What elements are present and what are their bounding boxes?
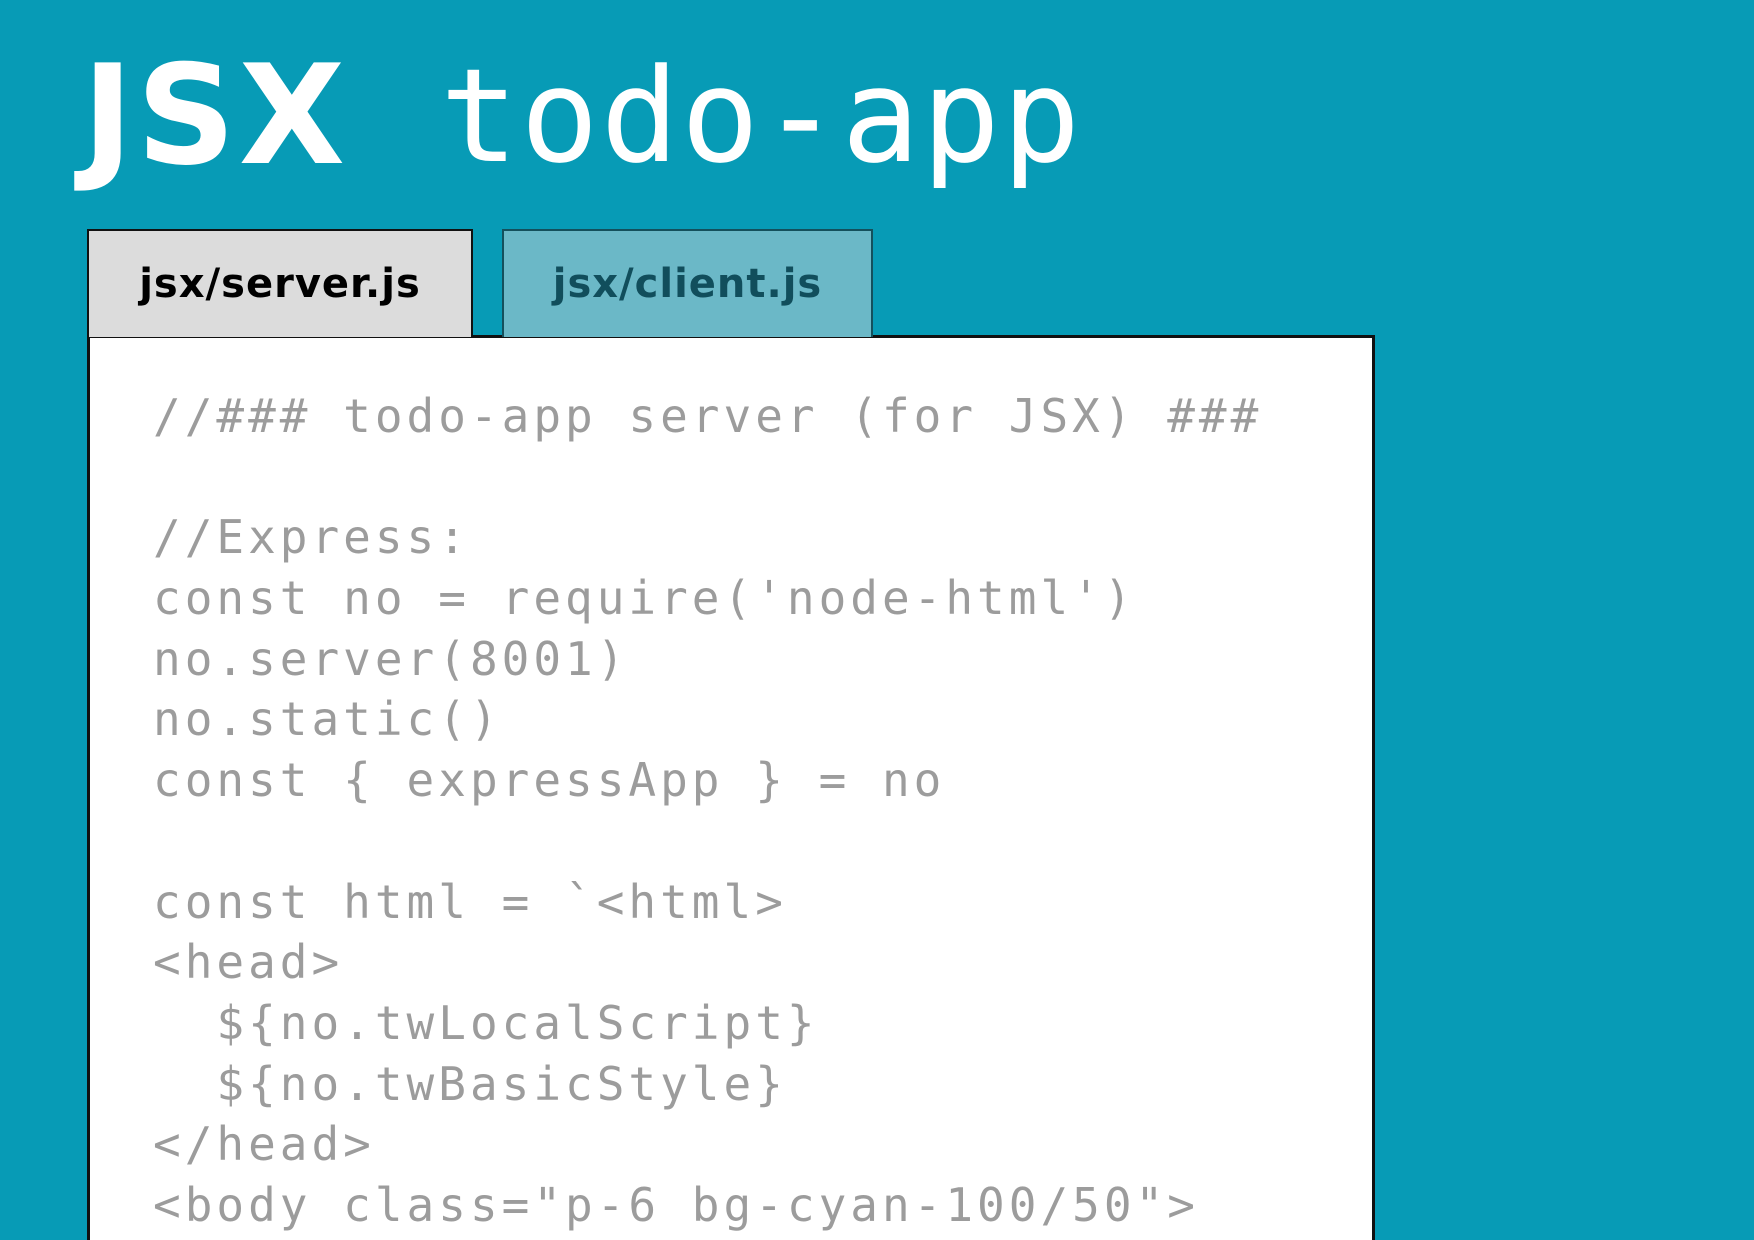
code-block: //### todo-app server (for JSX) ### //Exp… [153,386,1262,1236]
code-line: <body class="p-6 bg-cyan-100/50"> [153,1177,1199,1232]
tab-server-js[interactable]: jsx/server.js [87,229,473,337]
tab-server-js-label: jsx/server.js [139,261,421,307]
code-panel[interactable]: //### todo-app server (for JSX) ### //Exp… [87,335,1375,1240]
page-title-strong: JSX [82,35,349,196]
code-line: const no = require('node-html') [153,571,1136,626]
code-line: ${no.twLocalScript} [153,995,819,1050]
code-line: </head> [153,1117,375,1172]
code-line: <head> [153,935,344,990]
page-title: JSX todo-app [82,46,1082,186]
code-line: ${no.twBasicStyle} [153,1056,787,1111]
code-line: const html = `<html> [153,874,787,929]
code-line: //Express: [153,510,470,565]
code-line: const { expressApp } = no [153,753,946,808]
code-line: no.static() [153,692,502,747]
code-line: no.server(8001) [153,631,629,686]
page-title-light: todo-app [440,40,1083,192]
tab-client-js-label: jsx/client.js [552,261,823,307]
tab-client-js[interactable]: jsx/client.js [502,229,873,337]
code-line: //### todo-app server (for JSX) ### [153,389,1263,443]
